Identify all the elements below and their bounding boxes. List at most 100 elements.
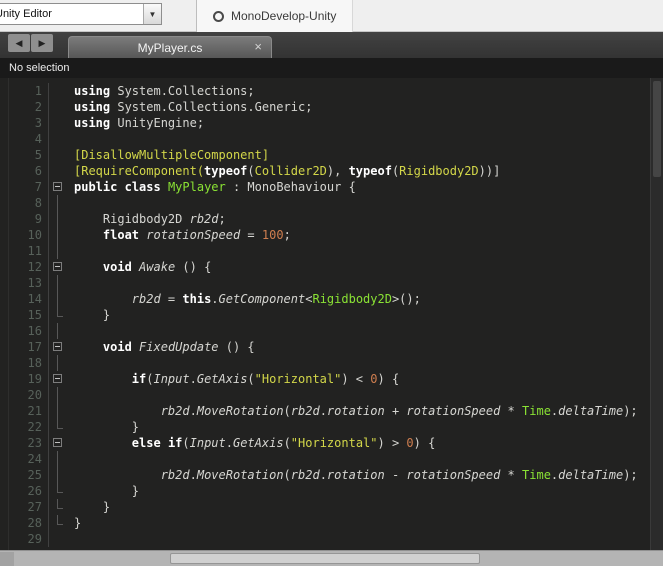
- code-line[interactable]: 14 rb2d = this.GetComponent<Rigidbody2D>…: [0, 291, 663, 307]
- fold-margin: [48, 499, 66, 515]
- app-tab-monodevelop[interactable]: MonoDevelop-Unity: [197, 0, 354, 32]
- code-line[interactable]: 5 [DisallowMultipleComponent]: [0, 147, 663, 163]
- fold-collapse-icon[interactable]: [53, 374, 62, 383]
- fold-margin: [48, 451, 66, 467]
- code-line[interactable]: 26 }: [0, 483, 663, 499]
- code-line[interactable]: 29: [0, 531, 663, 547]
- fold-toggle-icon[interactable]: [48, 371, 66, 387]
- code-line[interactable]: 13: [0, 275, 663, 291]
- horizontal-scrollbar-thumb[interactable]: [170, 553, 480, 564]
- fold-margin: [48, 403, 66, 419]
- code-text: rb2d.MoveRotation(rb2d.rotation - rotati…: [160, 468, 638, 482]
- fold-collapse-icon[interactable]: [53, 182, 62, 191]
- code-line[interactable]: 10 float rotationSpeed = 100;: [0, 227, 663, 243]
- tab-myplayer-cs[interactable]: MyPlayer.cs ×: [68, 36, 272, 58]
- code-text: void FixedUpdate () {: [102, 340, 255, 354]
- code-text: float rotationSpeed = 100;: [102, 228, 291, 242]
- code-text: [DisallowMultipleComponent]: [74, 148, 270, 162]
- code-line[interactable]: 25 rb2d.MoveRotation(rb2d.rotation - rot…: [0, 467, 663, 483]
- breadcrumb-text: No selection: [9, 62, 70, 74]
- fold-collapse-icon[interactable]: [53, 342, 62, 351]
- code-text: Rigidbody2D rb2d;: [74, 212, 226, 226]
- code-line[interactable]: 4: [0, 131, 663, 147]
- code-text: using System.Collections;: [74, 84, 255, 98]
- selection-breadcrumb[interactable]: No selection: [0, 58, 663, 78]
- fold-toggle-icon[interactable]: [48, 435, 66, 451]
- fold-margin: [48, 131, 66, 147]
- code-lines: 1 using System.Collections; 2 using System.…: [0, 83, 663, 547]
- code-text: public class MyPlayer : MonoBehaviour {: [74, 180, 356, 194]
- target-selector-value: Unity Editor: [0, 8, 52, 20]
- code-line[interactable]: 8: [0, 195, 663, 211]
- code-line[interactable]: 17 void FixedUpdate () {: [0, 339, 663, 355]
- fold-margin: [48, 419, 66, 435]
- arrow-right-icon: ▶: [38, 37, 46, 48]
- code-text: using System.Collections.Generic;: [74, 100, 313, 114]
- fold-toggle-icon[interactable]: [48, 339, 66, 355]
- navigate-back-button[interactable]: ◀: [8, 34, 30, 52]
- fold-margin: [48, 291, 66, 307]
- code-line[interactable]: 19 if(Input.GetAxis("Horizontal") < 0) {: [0, 371, 663, 387]
- code-line[interactable]: 3 using UnityEngine;: [0, 115, 663, 131]
- code-text: rb2d.MoveRotation(rb2d.rotation + rotati…: [160, 404, 638, 418]
- vertical-scrollbar-thumb[interactable]: [653, 81, 661, 177]
- arrow-left-icon: ◀: [15, 37, 23, 48]
- code-line[interactable]: 9 Rigidbody2D rb2d;: [0, 211, 663, 227]
- code-line[interactable]: 15 }: [0, 307, 663, 323]
- close-tab-icon[interactable]: ×: [254, 39, 262, 55]
- code-line[interactable]: 7 public class MyPlayer : MonoBehaviour {: [0, 179, 663, 195]
- code-line[interactable]: 24: [0, 451, 663, 467]
- tab-label: MyPlayer.cs: [137, 40, 203, 55]
- fold-collapse-icon[interactable]: [53, 262, 62, 271]
- monodevelop-window: Unity Editor ▼ MonoDevelop-Unity ◀ ▶ MyP…: [0, 0, 663, 566]
- code-line[interactable]: 23 else if(Input.GetAxis("Horizontal") >…: [0, 435, 663, 451]
- navigate-forward-button[interactable]: ▶: [31, 34, 53, 52]
- fold-margin: [48, 483, 66, 499]
- fold-margin: [48, 211, 66, 227]
- fold-margin: [48, 355, 66, 371]
- fold-collapse-icon[interactable]: [53, 438, 62, 447]
- horizontal-scrollbar[interactable]: [0, 550, 663, 566]
- fold-margin: [48, 147, 66, 163]
- code-text: }: [74, 500, 111, 514]
- monodevelop-icon: [213, 10, 224, 22]
- code-line[interactable]: 1 using System.Collections;: [0, 83, 663, 99]
- code-text: using UnityEngine;: [74, 116, 205, 130]
- fold-toggle-icon[interactable]: [48, 179, 66, 195]
- fold-margin: [48, 243, 66, 259]
- fold-margin: [48, 307, 66, 323]
- chevron-down-icon[interactable]: ▼: [143, 4, 161, 24]
- code-line[interactable]: 18: [0, 355, 663, 371]
- fold-toggle-icon[interactable]: [48, 259, 66, 275]
- code-line[interactable]: 20: [0, 387, 663, 403]
- code-text: }: [74, 516, 82, 530]
- code-editor[interactable]: 1 using System.Collections; 2 using System.…: [0, 78, 663, 550]
- code-line[interactable]: 6 [RequireComponent(typeof(Collider2D), t…: [0, 163, 663, 179]
- code-line[interactable]: 28}: [0, 515, 663, 531]
- code-line[interactable]: 27 }: [0, 499, 663, 515]
- code-text: rb2d = this.GetComponent<Rigidbody2D>();: [131, 292, 421, 306]
- vertical-scrollbar[interactable]: [650, 78, 663, 550]
- code-line[interactable]: 22 }: [0, 419, 663, 435]
- code-text: }: [74, 420, 140, 434]
- fold-margin: [48, 275, 66, 291]
- code-line[interactable]: 16: [0, 323, 663, 339]
- code-line[interactable]: 2 using System.Collections.Generic;: [0, 99, 663, 115]
- code-line[interactable]: 11: [0, 243, 663, 259]
- fold-margin: [48, 323, 66, 339]
- fold-margin: [48, 83, 66, 99]
- app-tab-label: MonoDevelop-Unity: [231, 9, 337, 23]
- code-line[interactable]: 12 void Awake () {: [0, 259, 663, 275]
- fold-margin: [48, 531, 66, 547]
- code-line[interactable]: 21 rb2d.MoveRotation(rb2d.rotation + rot…: [0, 403, 663, 419]
- code-text: }: [74, 484, 140, 498]
- code-text: if(Input.GetAxis("Horizontal") < 0) {: [131, 372, 400, 386]
- target-selector[interactable]: Unity Editor ▼: [0, 3, 162, 25]
